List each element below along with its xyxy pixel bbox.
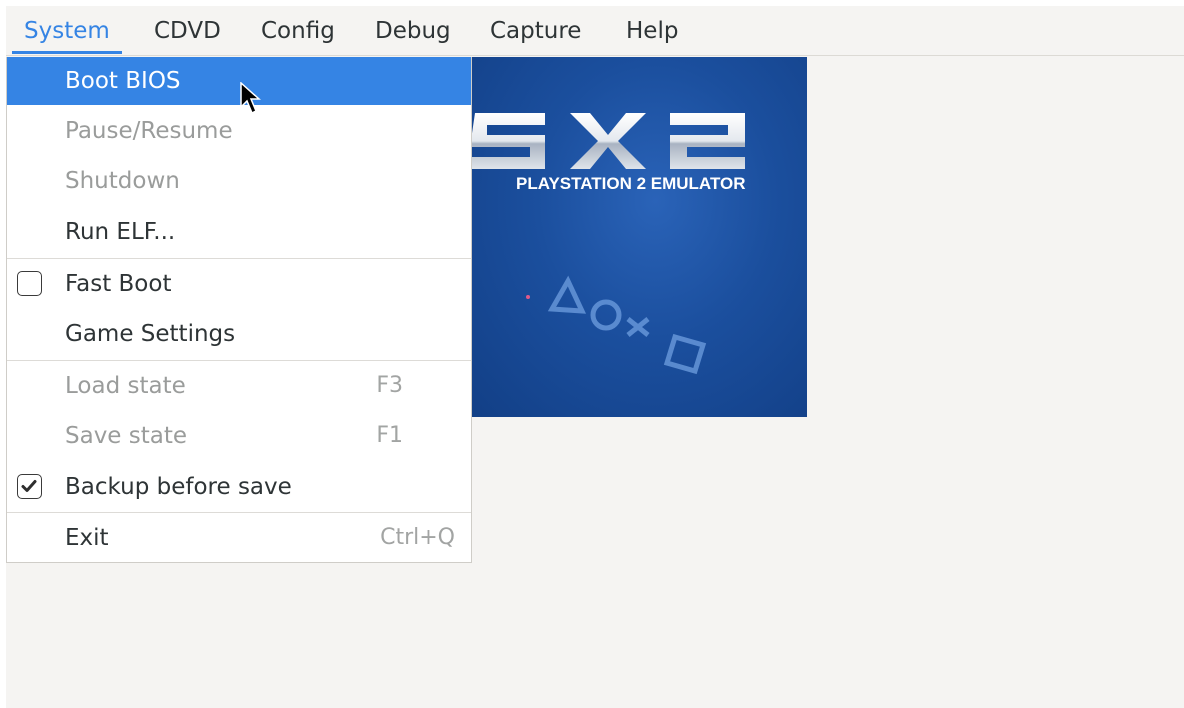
menu-item-label: Save state bbox=[65, 423, 188, 449]
menu-system[interactable]: System bbox=[12, 6, 122, 54]
menu-item-label: Boot BIOS bbox=[65, 68, 181, 94]
menu-item-fast-boot[interactable]: Fast Boot bbox=[7, 260, 471, 308]
menu-item-boot-bios[interactable]: Boot BIOS bbox=[7, 57, 471, 105]
menu-item-label: Fast Boot bbox=[65, 271, 172, 297]
system-menu-dropdown: Boot BIOS Pause/Resume Shutdown Run ELF.… bbox=[6, 57, 472, 563]
menubar: System CDVD Config Debug Capture Help bbox=[6, 6, 1184, 56]
backup-before-save-checkbox[interactable] bbox=[17, 474, 42, 499]
shortcut-text: F1 bbox=[376, 423, 403, 448]
menu-item-label: Pause/Resume bbox=[65, 118, 233, 144]
pcsx2-logo: PLAYSTATION 2 EMULATOR bbox=[470, 57, 807, 417]
menu-item-save-state[interactable]: Save state F1 bbox=[7, 412, 471, 460]
menu-cdvd[interactable]: CDVD bbox=[142, 6, 233, 54]
menu-item-label: Game Settings bbox=[65, 321, 236, 347]
logo-artwork: PLAYSTATION 2 EMULATOR bbox=[470, 113, 746, 375]
menu-item-label: Backup before save bbox=[65, 474, 292, 500]
mouse-cursor-icon bbox=[240, 82, 261, 115]
shortcut-text: Ctrl+Q bbox=[380, 525, 455, 550]
ps-shapes-icon bbox=[547, 275, 707, 375]
menu-item-backup-before-save[interactable]: Backup before save bbox=[7, 463, 471, 511]
menu-item-game-settings[interactable]: Game Settings bbox=[7, 310, 471, 358]
menu-item-label: Load state bbox=[65, 373, 186, 399]
menu-help[interactable]: Help bbox=[614, 6, 690, 54]
menu-item-label: Shutdown bbox=[65, 168, 180, 194]
checkmark-icon bbox=[21, 480, 37, 492]
menu-debug[interactable]: Debug bbox=[363, 6, 463, 54]
menu-separator bbox=[7, 360, 471, 361]
menu-item-label: Exit bbox=[65, 525, 109, 551]
menu-item-label: Run ELF... bbox=[65, 219, 176, 245]
menu-separator bbox=[7, 258, 471, 259]
wordmark-shapes bbox=[470, 113, 745, 169]
menu-item-exit[interactable]: Exit Ctrl+Q bbox=[7, 514, 471, 562]
menu-item-shutdown[interactable]: Shutdown bbox=[7, 157, 471, 205]
menu-separator bbox=[7, 512, 471, 513]
fast-boot-checkbox[interactable] bbox=[17, 271, 42, 296]
logo-subtitle: PLAYSTATION 2 EMULATOR bbox=[516, 174, 746, 193]
shortcut-text: F3 bbox=[376, 373, 403, 398]
menu-item-pause-resume[interactable]: Pause/Resume bbox=[7, 107, 471, 155]
menu-capture[interactable]: Capture bbox=[478, 6, 593, 54]
menu-item-load-state[interactable]: Load state F3 bbox=[7, 362, 471, 410]
menu-item-run-elf[interactable]: Run ELF... bbox=[7, 208, 471, 256]
menu-config[interactable]: Config bbox=[249, 6, 347, 54]
